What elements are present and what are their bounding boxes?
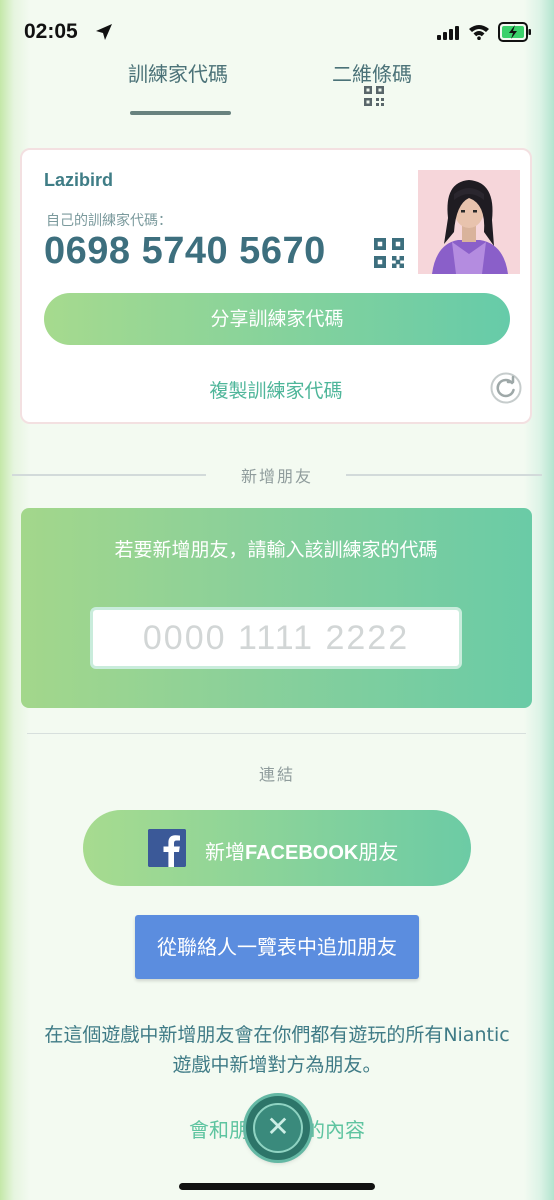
trainer-card: Lazibird 自己的訓練家代碼： 0698 5740 5670 分享訓練家代… [20, 148, 532, 424]
trainer-username: Lazibird [44, 170, 114, 190]
facebook-label-brand: FACEBOOK [245, 842, 359, 864]
tab-selected-indicator [130, 111, 231, 115]
bottom-text-right: 的內容 [305, 1118, 365, 1142]
add-friend-panel: 若要新增朋友，請輸入該訓練家的代碼 [21, 508, 532, 708]
location-arrow-icon [96, 24, 112, 40]
qr-code-icon[interactable] [364, 86, 384, 106]
copy-trainer-code-link[interactable]: 複製訓練家代碼 [22, 376, 530, 403]
close-icon: ✕ [253, 1103, 303, 1153]
facebook-label-suffix: 朋友 [358, 840, 399, 864]
add-friend-heading: 新增朋友 [240, 467, 313, 486]
tab-qr-code[interactable]: 二維條碼 [332, 58, 412, 87]
divider [27, 733, 526, 734]
facebook-icon [148, 829, 186, 867]
add-friend-prompt: 若要新增朋友，請輸入該訓練家的代碼 [114, 539, 438, 561]
refresh-icon[interactable] [490, 372, 522, 404]
home-indicator[interactable] [179, 1183, 375, 1190]
facebook-button-label: 新增FACEBOOK朋友 [205, 836, 398, 865]
bottom-text-left: 會和朋 [189, 1118, 249, 1142]
friend-code-input[interactable] [90, 607, 462, 669]
trainer-avatar [418, 170, 520, 274]
facebook-label-prefix: 新增 [205, 840, 245, 864]
add-facebook-friends-button[interactable]: 新增FACEBOOK朋友 [83, 810, 471, 886]
tab-trainer-code[interactable]: 訓練家代碼 [128, 58, 228, 87]
status-bar: 02:05 [0, 0, 554, 64]
signal-bars-icon [437, 26, 459, 40]
niantic-friend-info: 在這個遊戲中新增朋友會在你們都有遊玩的所有Niantic遊戲中新增對方為朋友。 [44, 1024, 510, 1076]
qr-code-icon[interactable] [374, 238, 404, 268]
share-trainer-code-button[interactable]: 分享訓練家代碼 [44, 293, 510, 345]
trainer-code-value: 0698 5740 5670 [44, 230, 326, 272]
wifi-icon [469, 25, 489, 40]
add-from-contacts-button[interactable]: 從聯絡人一覽表中追加朋友 [135, 915, 419, 979]
status-time: 02:05 [24, 20, 78, 43]
battery-charging-icon [498, 22, 531, 42]
close-button[interactable]: ✕ [246, 1096, 310, 1160]
connect-heading: 連結 [258, 765, 295, 784]
trainer-code-label: 自己的訓練家代碼： [46, 213, 172, 229]
